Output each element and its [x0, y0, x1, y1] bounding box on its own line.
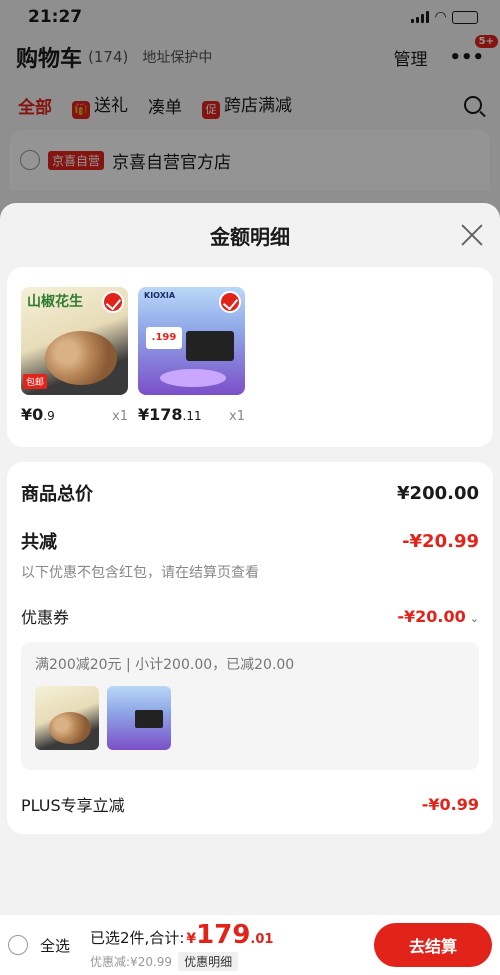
product-list: 山椒花生 包邮 ¥0.9 x1 KIOXIA .199 ¥178.11 x1: [7, 267, 493, 447]
discount-note: 以下优惠不包含红包，请在结算页查看: [21, 565, 259, 581]
coupon-value: -¥20.00: [397, 606, 466, 626]
order-summary: 已选2件,合计: ¥179.01 优惠减:¥20.99 优惠明细: [90, 920, 273, 971]
coupon-product-thumbs: [35, 686, 465, 750]
sheet-title: 金额明细: [210, 224, 290, 249]
coupon-label: 优惠券: [21, 608, 70, 627]
amount-detail-sheet: 金额明细 山椒花生 包邮 ¥0.9 x1 KIOXIA .199 ¥178.11…: [0, 203, 500, 915]
selected-count-text: 已选2件,合计:: [90, 928, 185, 947]
product-quantity: x1: [229, 409, 245, 424]
product-image-ssd: KIOXIA .199: [138, 287, 245, 395]
select-all-label[interactable]: 全选: [40, 935, 70, 956]
coupon-thumb-ssd: [107, 686, 171, 750]
product-image-peanut: 山椒花生 包邮: [21, 287, 128, 395]
coupon-detail-text: 满200减20元 | 小计200.00，已减20.00: [35, 657, 295, 673]
product-price: ¥178.11: [138, 405, 202, 424]
coupon-row[interactable]: 优惠券 -¥20.00 ⌄: [21, 604, 479, 628]
sheet-header: 金额明细: [0, 203, 500, 267]
plus-label: PLUS专享立减: [21, 796, 125, 815]
select-all-radio[interactable]: [8, 935, 28, 955]
checkout-bar: 全选 已选2件,合计: ¥179.01 优惠减:¥20.99 优惠明细 去结算: [0, 915, 500, 975]
selected-check-icon: [219, 291, 241, 313]
coupon-thumb-peanut: [35, 686, 99, 750]
close-icon[interactable]: [460, 223, 484, 247]
chevron-down-icon[interactable]: ⌄: [470, 612, 479, 625]
discount-row: 共减 -¥20.99: [21, 528, 479, 554]
coupon-detail-box: 满200减20元 | 小计200.00，已减20.00: [21, 642, 479, 770]
checkout-button[interactable]: 去结算: [374, 923, 492, 967]
dim-overlay[interactable]: [0, 0, 500, 230]
product-item[interactable]: 山椒花生 包邮 ¥0.9 x1: [21, 287, 128, 447]
selected-check-icon: [102, 291, 124, 313]
plus-row: PLUS专享立减 -¥0.99: [21, 792, 479, 816]
total-row: 商品总价 ¥200.00: [21, 480, 479, 506]
discount-summary: 优惠减:¥20.99: [90, 954, 173, 969]
plus-value: -¥0.99: [421, 794, 479, 814]
total-amount: ¥179.01: [186, 919, 274, 950]
discount-label: 共减: [21, 532, 57, 553]
product-price: ¥0.9: [21, 405, 55, 424]
price-breakdown: 商品总价 ¥200.00 共减 -¥20.99 以下优惠不包含红包，请在结算页查…: [7, 462, 493, 834]
discount-value: -¥20.99: [402, 530, 479, 552]
discount-detail-button[interactable]: 优惠明细: [178, 951, 239, 971]
product-quantity: x1: [112, 409, 128, 424]
product-item[interactable]: KIOXIA .199 ¥178.11 x1: [138, 287, 245, 447]
total-label: 商品总价: [21, 484, 93, 505]
total-value: ¥200.00: [397, 482, 479, 504]
